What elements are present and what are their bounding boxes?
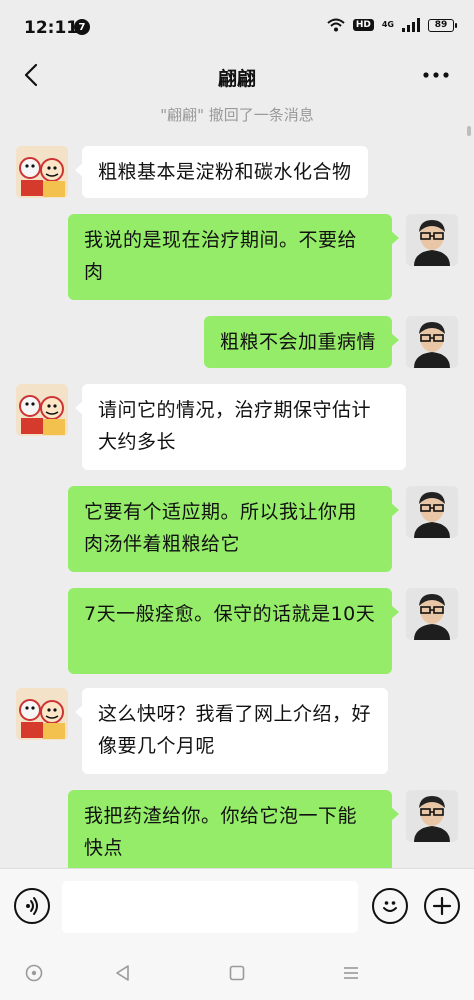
message-list[interactable]: "翩翩" 撤回了一条消息 粗粮基本是淀粉和碳水化合物 我说的是现在治疗期间。不要… <box>0 0 474 868</box>
nav-recents-button[interactable] <box>338 960 364 986</box>
message-bubble[interactable]: 我把药渣给你。你给它泡一下能快点 <box>68 790 399 868</box>
man-glasses-avatar[interactable] <box>406 214 458 266</box>
circle-dot-icon <box>25 964 43 982</box>
nav-home-button[interactable] <box>224 960 250 986</box>
voice-icon <box>26 897 38 915</box>
system-navigation-bar <box>0 944 474 1000</box>
cartoon-avatar[interactable] <box>16 146 68 198</box>
man-glasses-avatar[interactable] <box>406 588 458 640</box>
cartoon-avatar[interactable] <box>16 688 68 740</box>
recall-notice: "翩翩" 撤回了一条消息 <box>160 106 314 124</box>
nav-back-button[interactable] <box>110 960 136 986</box>
message-bubble[interactable]: 7天一般痊愈。保守的话就是10天 <box>68 588 399 674</box>
message-bubble[interactable]: 粗粮基本是淀粉和碳水化合物 <box>75 146 368 198</box>
square-home-icon <box>229 965 245 981</box>
man-glasses-avatar[interactable] <box>406 316 458 368</box>
cartoon-avatar[interactable] <box>16 384 68 436</box>
input-bar <box>0 868 474 944</box>
message-input[interactable] <box>62 881 358 933</box>
emoji-button[interactable] <box>372 888 408 924</box>
scrollbar[interactable] <box>467 126 471 136</box>
man-glasses-avatar[interactable] <box>406 486 458 538</box>
message-bubble[interactable]: 我说的是现在治疗期间。不要给肉 <box>68 214 399 300</box>
menu-lines-icon <box>344 967 358 979</box>
man-glasses-avatar[interactable] <box>406 790 458 842</box>
message-bubble[interactable]: 粗粮不会加重病情 <box>203 316 400 368</box>
emoji-icon <box>383 901 397 912</box>
plus-button[interactable] <box>424 888 460 924</box>
voice-button[interactable] <box>14 888 50 924</box>
message-bubble[interactable]: 这么快呀？我看了网上介绍，好像要几个月呢 <box>75 688 388 774</box>
triangle-back-icon <box>116 965 129 981</box>
assistant-button[interactable] <box>21 960 47 986</box>
message-bubble[interactable]: 请问它的情况，治疗期保守估计大约多长 <box>75 384 406 470</box>
message-bubble[interactable]: 它要有个适应期。所以我让你用肉汤伴着粗粮给它 <box>68 486 399 572</box>
plus-icon <box>432 896 452 916</box>
